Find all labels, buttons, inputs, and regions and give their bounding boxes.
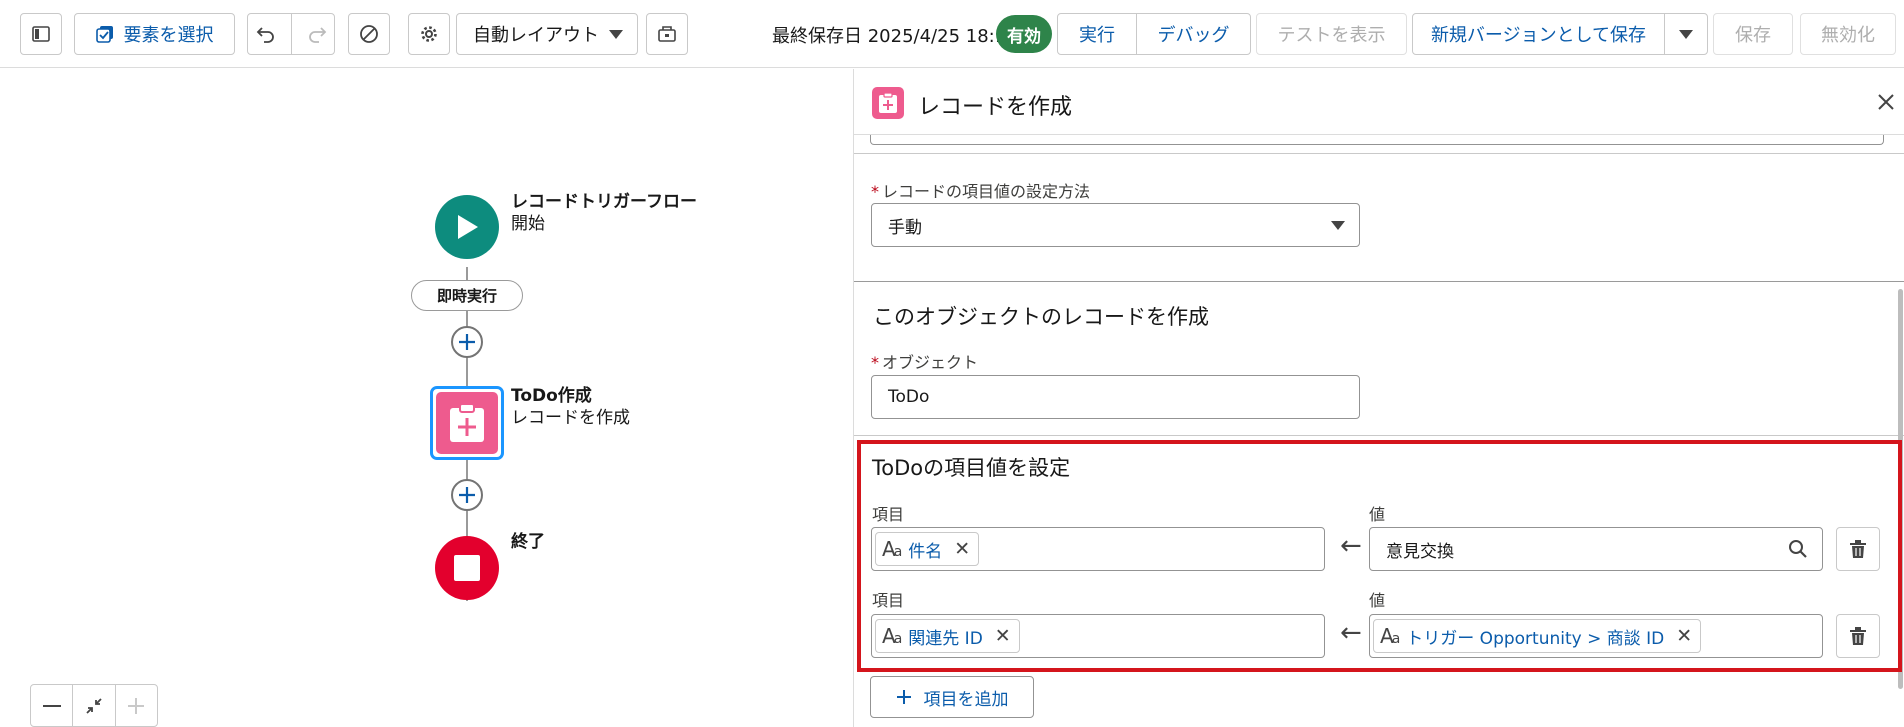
gear-icon [419, 24, 439, 44]
create-record-node[interactable] [430, 386, 504, 460]
debug-label: デバッグ [1157, 25, 1230, 46]
plus-icon [458, 486, 476, 504]
description-textarea[interactable] [870, 135, 1884, 145]
add-field-label: 項目を追加 [923, 689, 1009, 710]
run-label: 実行 [1079, 25, 1115, 46]
save-label: 保存 [1735, 25, 1771, 46]
save-as-new-version-button[interactable]: 新規バージョンとして保存 [1412, 13, 1665, 55]
plus-icon [458, 333, 476, 351]
divider [854, 435, 1904, 436]
start-node-label: レコードトリガーフロー 開始 [511, 191, 697, 235]
end-node-label: 終了 [511, 531, 545, 553]
create-node-title: ToDo作成 [511, 386, 592, 406]
set-values-method-value: 手動 [888, 217, 922, 238]
clipboard-add-icon [448, 402, 486, 444]
end-node-title: 終了 [511, 532, 545, 552]
toolbox-icon [657, 25, 677, 43]
zoom-out-button[interactable] [31, 685, 74, 726]
divider [854, 153, 1904, 154]
end-node[interactable] [435, 536, 499, 600]
deactivate-label: 無効化 [1821, 25, 1875, 46]
start-node-title: レコードトリガーフロー [511, 192, 697, 212]
plus-icon [896, 689, 912, 705]
flow-canvas[interactable]: レコードトリガーフロー 開始 即時実行 ToDo作成 レコードを作成 終了 [0, 69, 853, 727]
set-values-method-label: * レコードの項目値の設定方法 [871, 182, 1091, 201]
chevron-down-icon [1679, 29, 1693, 39]
cancel-button[interactable] [348, 13, 390, 55]
minus-icon [42, 704, 61, 707]
view-tests-label: テストを表示 [1277, 25, 1386, 46]
status-badge: 有効 [996, 15, 1052, 53]
object-input[interactable]: ToDo [871, 375, 1360, 419]
layout-select-value: 自動レイアウト [473, 25, 599, 46]
create-record-icon [872, 87, 904, 119]
select-elements-icon [95, 25, 114, 43]
panel-toggle-icon [32, 26, 50, 42]
highlight-box [857, 440, 1902, 672]
add-field-button[interactable]: 項目を追加 [870, 676, 1034, 718]
run-button[interactable]: 実行 [1057, 13, 1137, 55]
chevron-down-icon [609, 29, 623, 39]
start-node-subtitle: 開始 [511, 214, 545, 234]
undo-redo-group [247, 13, 335, 55]
close-icon [1878, 94, 1894, 110]
contract-icon [85, 697, 103, 715]
save-menu-button[interactable] [1664, 13, 1708, 55]
toolbar: 要素を選択 自動レイアウト 最終保存日 2025/4/25 18:10 有効 実… [0, 0, 1904, 68]
layout-select[interactable]: 自動レイアウト [456, 13, 638, 55]
start-node[interactable] [435, 195, 499, 259]
create-record-node-label: ToDo作成 レコードを作成 [511, 385, 630, 429]
settings-button[interactable] [408, 13, 450, 55]
close-panel-button[interactable] [1878, 87, 1894, 117]
undo-icon[interactable] [256, 24, 276, 44]
set-values-method-select[interactable]: 手動 [871, 203, 1360, 247]
add-element-button[interactable] [451, 326, 483, 358]
select-elements-button[interactable]: 要素を選択 [74, 13, 235, 55]
last-saved-text: 最終保存日 2025/4/25 18:10 [772, 26, 1018, 47]
zoom-in-button[interactable] [116, 685, 157, 726]
create-node-subtitle: レコードを作成 [511, 408, 630, 428]
view-tests-button[interactable]: テストを表示 [1256, 13, 1407, 55]
redo-icon[interactable] [307, 24, 327, 44]
toolbox-button[interactable] [646, 13, 688, 55]
add-element-button[interactable] [451, 479, 483, 511]
deactivate-button[interactable]: 無効化 [1800, 13, 1896, 55]
object-section-title: このオブジェクトのレコードを作成 [873, 305, 1209, 329]
save-button[interactable]: 保存 [1713, 13, 1793, 55]
zoom-controls [30, 684, 158, 727]
debug-button[interactable]: デバッグ [1136, 13, 1251, 55]
toggle-panel-button[interactable] [20, 13, 62, 55]
play-icon [454, 213, 480, 241]
run-immediately-pill[interactable]: 即時実行 [411, 280, 523, 311]
save-as-new-version-label: 新規バージョンとして保存 [1430, 25, 1647, 46]
fit-to-view-button[interactable] [73, 685, 116, 726]
chevron-down-icon [1331, 220, 1345, 230]
object-label: * オブジェクト [871, 353, 979, 372]
plus-icon [127, 697, 145, 715]
panel-title: レコードを作成 [918, 95, 1073, 120]
divider [854, 281, 1904, 282]
stop-icon [454, 555, 480, 581]
block-icon [359, 24, 379, 44]
panel-header: レコードを作成 [854, 69, 1904, 135]
select-elements-label: 要素を選択 [123, 25, 214, 46]
